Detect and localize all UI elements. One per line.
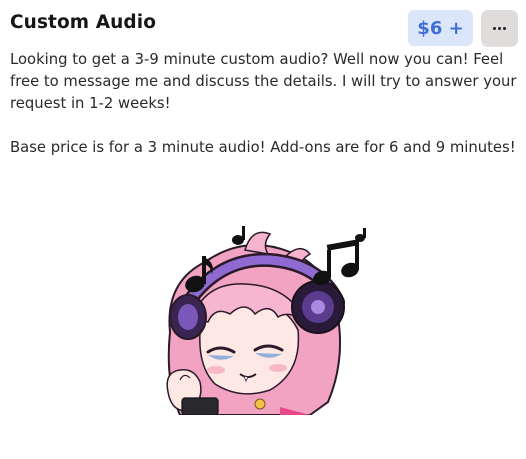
ellipsis-icon [493, 27, 506, 30]
description-paragraph-1: Looking to get a 3-9 minute custom audio… [10, 51, 517, 112]
description-paragraph-2: Base price is for a 3 minute audio! Add-… [10, 139, 516, 156]
chibi-character-image [166, 226, 366, 415]
price-button[interactable]: $6 + [408, 10, 473, 46]
more-options-button[interactable] [481, 10, 518, 47]
product-card: Custom Audio $6 + Looking to get a 3-9 m… [0, 0, 526, 459]
product-description: Looking to get a 3-9 minute custom audio… [10, 49, 520, 159]
product-title: Custom Audio [10, 12, 157, 33]
